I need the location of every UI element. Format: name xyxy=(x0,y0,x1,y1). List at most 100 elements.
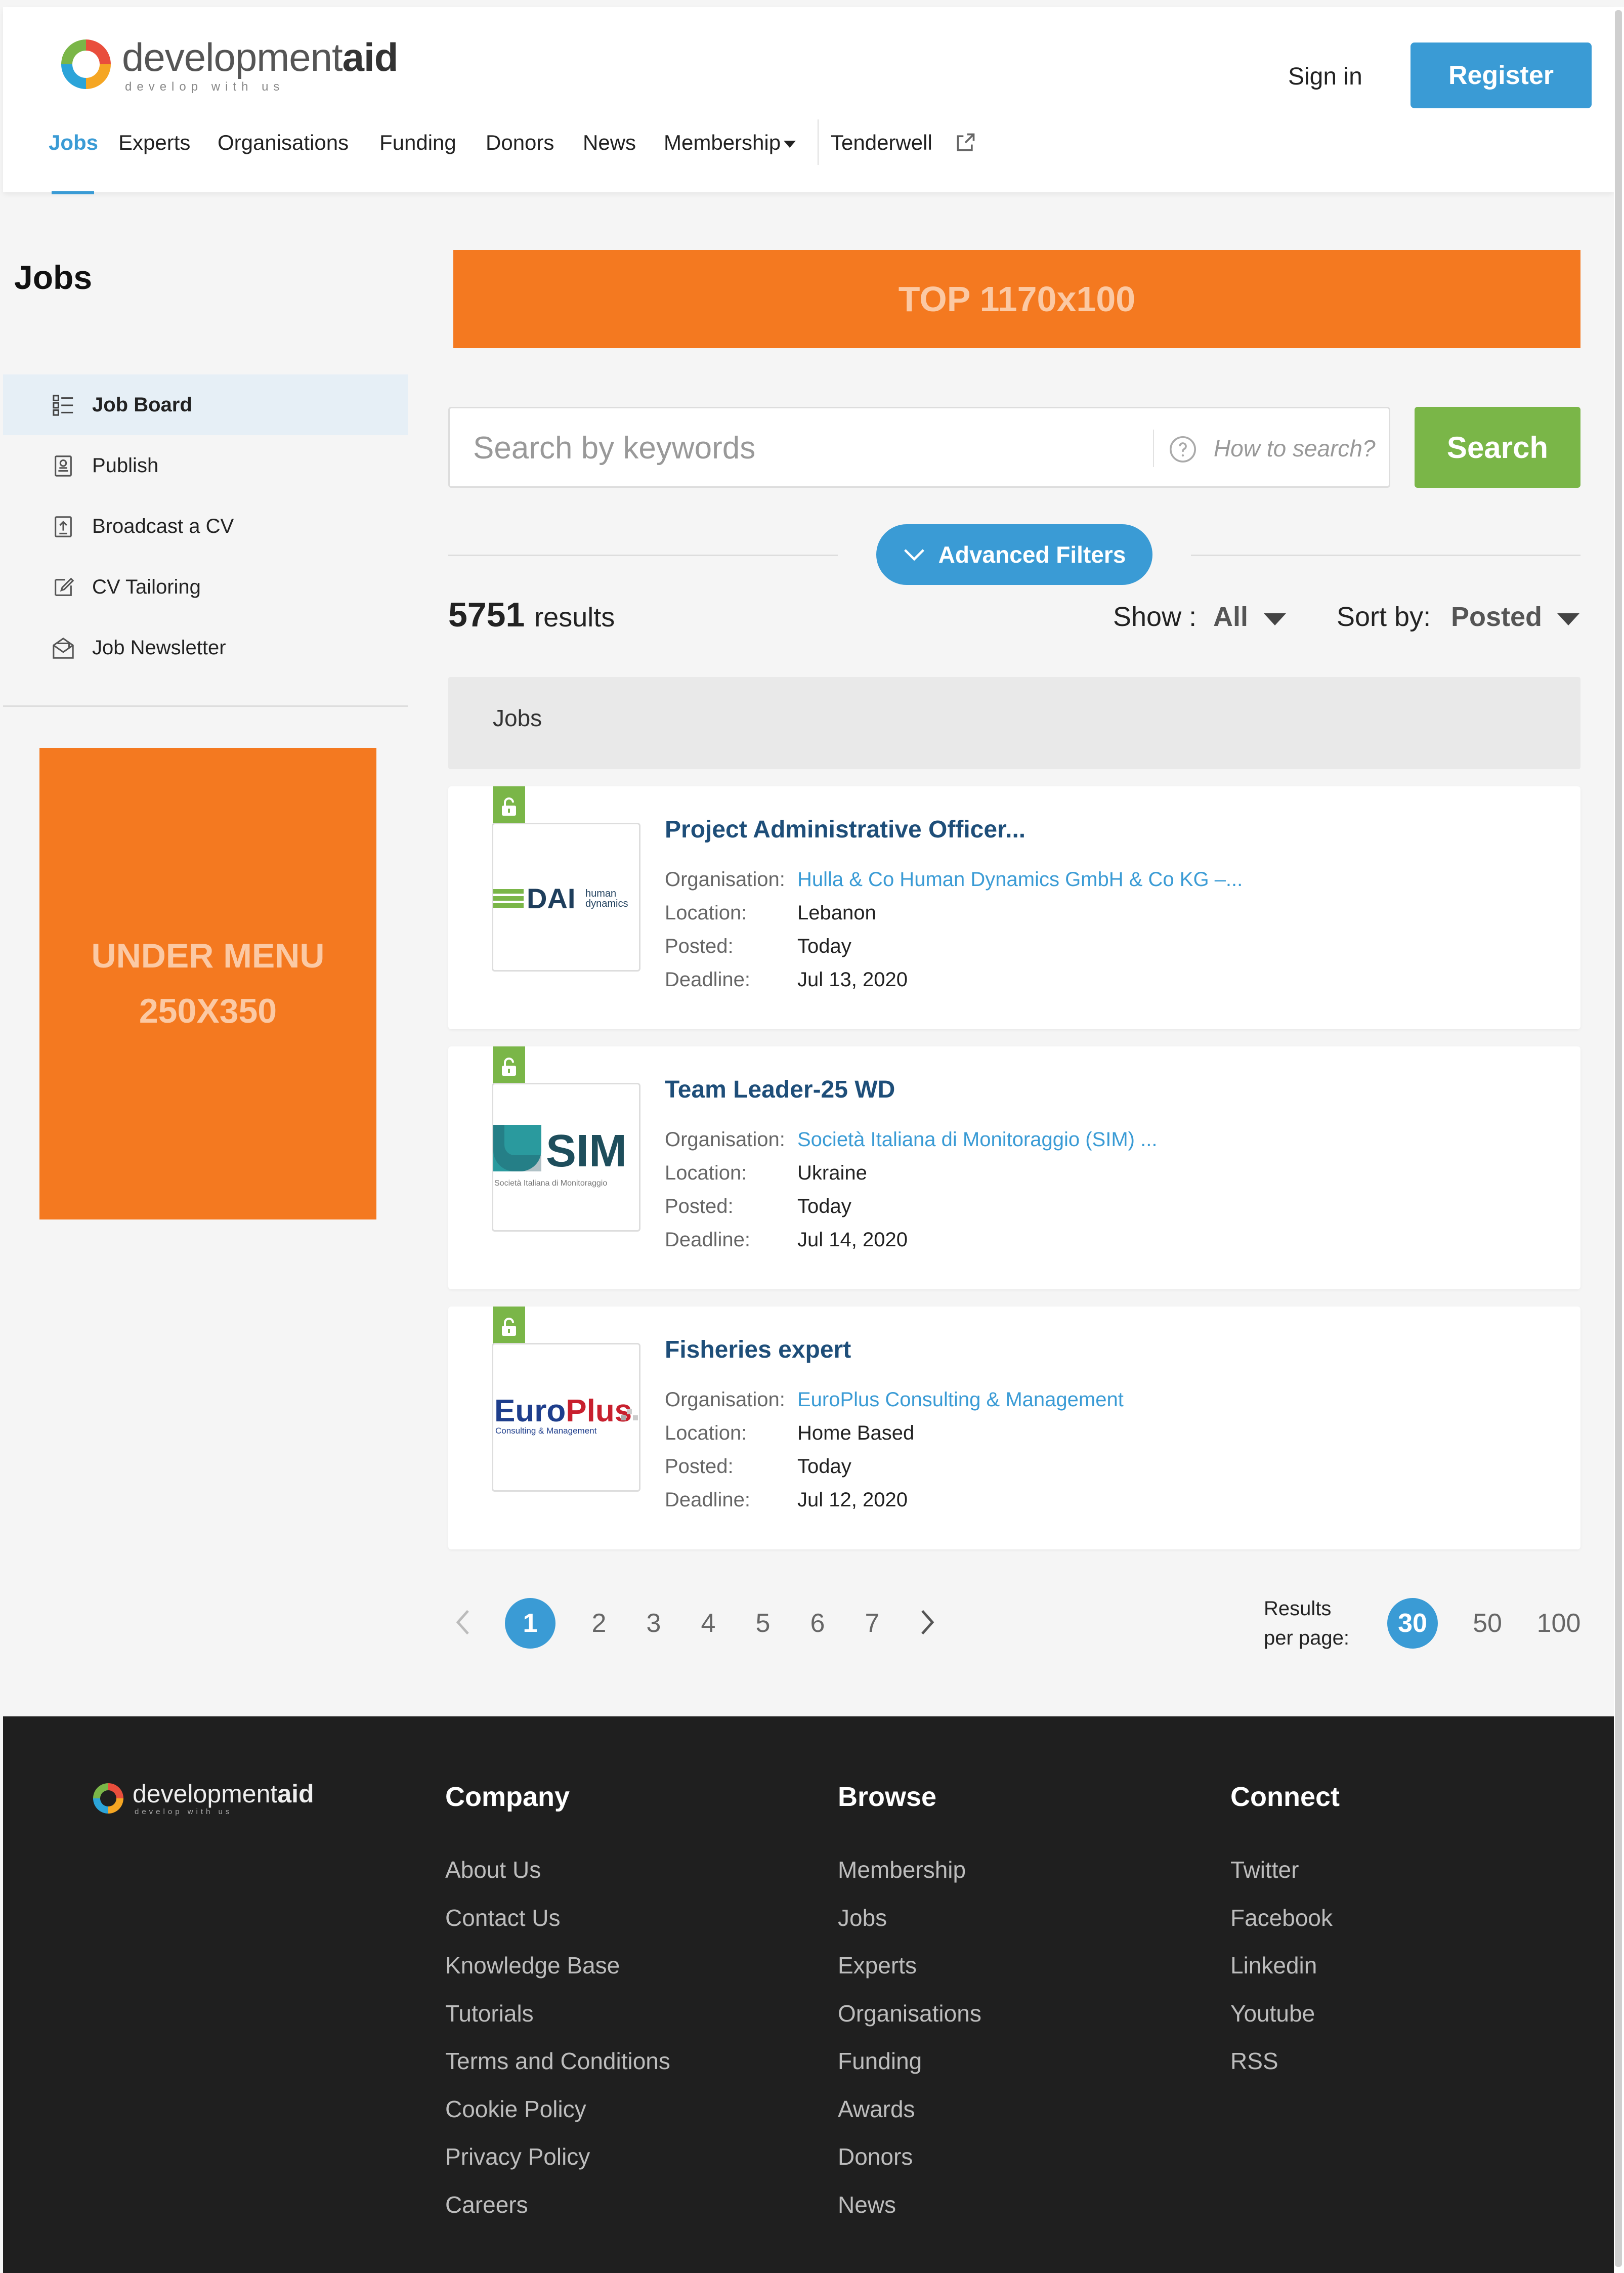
sort-caret-icon[interactable] xyxy=(1557,613,1579,625)
job-organisation-link[interactable]: Hulla & Co Human Dynamics GmbH & Co KG –… xyxy=(797,868,1243,891)
document-icon xyxy=(55,455,72,477)
sidebar-item-publish[interactable]: Publish xyxy=(3,435,408,496)
footer-link[interactable]: Organisations xyxy=(838,2000,981,2048)
nav-funding[interactable]: Funding xyxy=(379,131,456,155)
logo-tagline: develop with us xyxy=(125,80,285,94)
nav-donors[interactable]: Donors xyxy=(486,131,554,155)
footer-link[interactable]: News xyxy=(838,2191,981,2239)
sidebar-item-broadcast-cv[interactable]: Broadcast a CV xyxy=(3,496,408,557)
nav-separator xyxy=(818,119,819,165)
site-logo[interactable]: developmentaid develop with us xyxy=(61,35,398,96)
footer-link[interactable]: Jobs xyxy=(838,1904,981,1952)
show-select[interactable]: All xyxy=(1213,601,1248,633)
caret-down-icon xyxy=(784,140,796,148)
sidebar-item-label: Publish xyxy=(92,454,159,477)
footer-logo[interactable]: developmentaid develop with us xyxy=(93,1780,326,1817)
results-count: 5751 results xyxy=(448,595,615,635)
footer-link-youtube[interactable]: Youtube xyxy=(1230,2000,1340,2048)
footer-link[interactable]: Funding xyxy=(838,2047,981,2095)
page-7[interactable]: 7 xyxy=(847,1598,898,1649)
next-page-icon[interactable] xyxy=(920,1608,935,1636)
register-button[interactable]: Register xyxy=(1411,43,1592,108)
nav-organisations[interactable]: Organisations xyxy=(218,131,349,155)
sidebar-item-label: Broadcast a CV xyxy=(92,515,234,537)
footer-link[interactable]: Awards xyxy=(838,2095,981,2143)
site-footer: developmentaid develop with us Company A… xyxy=(3,1716,1614,2273)
job-title[interactable]: Fisheries expert xyxy=(665,1336,851,1364)
per-page-50[interactable]: 50 xyxy=(1467,1598,1508,1649)
sidebar-item-job-newsletter[interactable]: Job Newsletter xyxy=(3,617,408,678)
footer-link-facebook[interactable]: Facebook xyxy=(1230,1904,1340,1952)
org-logo-sim[interactable]: SIM Società Italiana di Monitoraggio xyxy=(492,1083,640,1232)
org-logo-europlus[interactable]: EuroPlus Consulting & Management xyxy=(492,1343,640,1492)
footer-link-rss[interactable]: RSS xyxy=(1230,2047,1340,2095)
job-title[interactable]: Team Leader-25 WD xyxy=(665,1076,895,1104)
footer-col-company: Company About Us Contact Us Knowledge Ba… xyxy=(445,1781,670,2239)
page-scrollbar-thumb[interactable] xyxy=(1615,10,1622,2267)
footer-link[interactable]: Careers xyxy=(445,2191,670,2239)
footer-link[interactable]: Contact Us xyxy=(445,1904,670,1952)
page-2[interactable]: 2 xyxy=(574,1598,624,1649)
chevron-down-icon xyxy=(904,549,924,561)
per-page-100[interactable]: 100 xyxy=(1531,1598,1587,1649)
nav-membership[interactable]: Membership xyxy=(664,131,796,155)
page-3[interactable]: 3 xyxy=(628,1598,679,1649)
sidebar-item-label: Job Newsletter xyxy=(92,636,226,659)
job-posted-row: Posted: Today xyxy=(665,1195,851,1218)
site-header: developmentaid develop with us Jobs Expe… xyxy=(3,7,1614,194)
job-location: Ukraine xyxy=(797,1162,867,1184)
job-card[interactable]: DAI human dynamics Project Administrativ… xyxy=(448,786,1580,1029)
top-ad-banner[interactable]: TOP 1170x100 xyxy=(453,250,1580,348)
prev-page-icon[interactable] xyxy=(455,1608,471,1636)
search-button[interactable]: Search xyxy=(1415,407,1580,488)
page-1[interactable]: 1 xyxy=(505,1598,555,1649)
footer-link[interactable]: Cookie Policy xyxy=(445,2095,670,2143)
footer-link[interactable]: Donors xyxy=(838,2143,981,2191)
job-organisation-link[interactable]: Società Italiana di Monitoraggio (SIM) .… xyxy=(797,1128,1157,1151)
footer-link[interactable]: Knowledge Base xyxy=(445,1952,670,2000)
job-posted-row: Posted: Today xyxy=(665,1455,851,1478)
footer-link[interactable]: Membership xyxy=(838,1856,981,1904)
footer-link[interactable]: Experts xyxy=(838,1952,981,2000)
job-card[interactable]: EuroPlus Consulting & Management Fisheri… xyxy=(448,1307,1580,1549)
show-caret-icon[interactable] xyxy=(1264,613,1286,625)
how-to-search-link[interactable]: How to search? xyxy=(1214,435,1376,462)
europlus-logo-b: Plus xyxy=(566,1394,632,1428)
sort-select[interactable]: Posted xyxy=(1451,601,1542,633)
label-deadline: Deadline: xyxy=(665,1229,751,1251)
job-title[interactable]: Project Administrative Officer... xyxy=(665,816,1025,844)
job-org-row: Organisation: EuroPlus Consulting & Manag… xyxy=(665,1388,1124,1411)
footer-link-linkedin[interactable]: Linkedin xyxy=(1230,1952,1340,2000)
footer-link[interactable]: Tutorials xyxy=(445,2000,670,2048)
sidebar-menu: Job Board Publish Broadcast a CV CV Tail… xyxy=(3,374,408,678)
footer-link-twitter[interactable]: Twitter xyxy=(1230,1856,1340,1904)
sidebar-item-job-board[interactable]: Job Board xyxy=(3,374,408,435)
advanced-filters-button[interactable]: Advanced Filters xyxy=(876,524,1152,585)
nav-tenderwell[interactable]: Tenderwell xyxy=(831,131,932,155)
job-deadline: Jul 12, 2020 xyxy=(797,1489,908,1511)
page-6[interactable]: 6 xyxy=(792,1598,843,1649)
page-4[interactable]: 4 xyxy=(683,1598,734,1649)
label-organisation: Organisation: xyxy=(665,868,785,891)
footer-logo-word-bold: aid xyxy=(277,1780,314,1808)
external-link-icon[interactable] xyxy=(954,132,976,154)
job-card[interactable]: SIM Società Italiana di Monitoraggio Tea… xyxy=(448,1046,1580,1289)
search-input[interactable] xyxy=(473,428,1131,468)
sidebar-ad-banner[interactable]: UNDER MENU 250X350 xyxy=(39,748,376,1219)
job-organisation-link[interactable]: EuroPlus Consulting & Management xyxy=(797,1388,1124,1411)
nav-jobs[interactable]: Jobs xyxy=(49,131,98,155)
footer-link[interactable]: Privacy Policy xyxy=(445,2143,670,2191)
org-logo-dai[interactable]: DAI human dynamics xyxy=(492,823,640,972)
nav-experts[interactable]: Experts xyxy=(118,131,190,155)
label-location: Location: xyxy=(665,902,747,924)
nav-news[interactable]: News xyxy=(583,131,636,155)
results-per-page-line2: per page: xyxy=(1264,1627,1350,1649)
footer-link[interactable]: About Us xyxy=(445,1856,670,1904)
footer-link[interactable]: Terms and Conditions xyxy=(445,2047,670,2095)
page-5[interactable]: 5 xyxy=(738,1598,788,1649)
question-icon[interactable] xyxy=(1168,435,1198,464)
nav-membership-label: Membership xyxy=(664,131,781,154)
sign-in-link[interactable]: Sign in xyxy=(1288,63,1362,91)
per-page-30[interactable]: 30 xyxy=(1387,1598,1438,1649)
sidebar-item-cv-tailoring[interactable]: CV Tailoring xyxy=(3,557,408,617)
